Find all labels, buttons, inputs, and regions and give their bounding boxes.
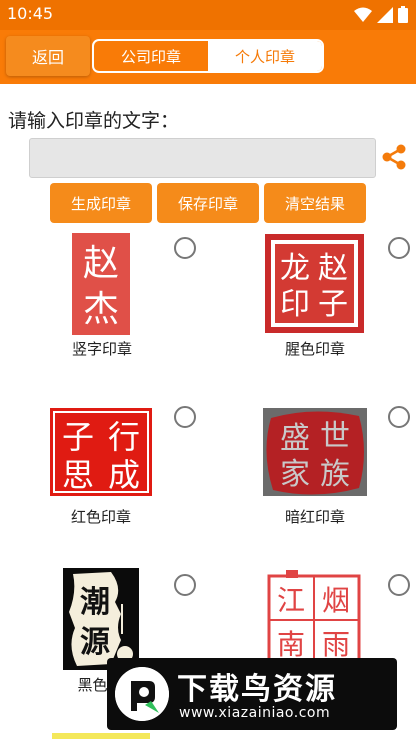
- seal-char: 杰: [83, 289, 119, 330]
- seal-char: 源: [80, 625, 110, 660]
- seal-radio-bordered[interactable]: [388, 237, 410, 259]
- status-icons: [354, 6, 408, 23]
- battery-icon: [398, 6, 408, 23]
- seal-char: 族: [320, 457, 350, 492]
- seal-char: 南: [277, 628, 305, 661]
- back-button[interactable]: 返回: [6, 36, 90, 76]
- seal-type-tabs: 公司印章 个人印章: [92, 39, 324, 73]
- signal-icon: [377, 6, 393, 23]
- save-seal-button[interactable]: 保存印章: [157, 183, 259, 223]
- seal-char: 烟: [322, 584, 350, 617]
- seal-char: 成: [108, 456, 140, 494]
- watermark-logo-icon: [115, 667, 169, 721]
- seal-char: 家: [280, 457, 310, 492]
- seal-char: 世: [320, 419, 350, 454]
- input-prompt: 请输入印章的文字：: [8, 110, 180, 132]
- watermark-title: 下载鸟资源: [177, 672, 337, 707]
- seal-caption: 竖字印章: [71, 340, 132, 358]
- seal-vertical-image[interactable]: 赵 杰: [72, 233, 130, 335]
- seal-char: 雨: [322, 628, 350, 661]
- seal-char: 盛: [280, 421, 310, 456]
- seal-char: 潮: [80, 585, 110, 620]
- next-seal-preview: [52, 733, 150, 739]
- seal-char: 龙: [280, 251, 310, 286]
- seal-radio-light[interactable]: [388, 574, 410, 596]
- seal-caption: 腥色印章: [284, 340, 345, 358]
- seal-char: 江: [277, 584, 305, 617]
- tab-company-seal[interactable]: 公司印章: [94, 41, 208, 71]
- seal-char: 印: [280, 287, 310, 322]
- seal-red-image[interactable]: 行 子 成 思: [50, 408, 152, 496]
- generate-seal-button[interactable]: 生成印章: [50, 183, 152, 223]
- status-bar: 10:45: [0, 0, 416, 30]
- watermark-url: www.xiazainiao.com: [179, 705, 331, 721]
- seal-radio-darkred[interactable]: [388, 406, 410, 428]
- toolbar: 返回 公司印章 个人印章: [0, 30, 416, 84]
- share-icon[interactable]: [380, 143, 408, 171]
- seal-darkred-image[interactable]: 盛 世 家 族: [263, 408, 367, 496]
- seal-radio-vertical[interactable]: [174, 237, 196, 259]
- seal-caption: 暗红印章: [284, 508, 345, 526]
- status-time: 10:45: [7, 4, 54, 23]
- tab-personal-seal[interactable]: 个人印章: [208, 41, 322, 71]
- seal-caption: 红色印章: [70, 508, 131, 526]
- wifi-icon: [354, 7, 372, 22]
- seal-char: 行: [108, 418, 140, 456]
- seal-char: 子: [62, 418, 94, 456]
- seal-black-image[interactable]: 潮 源: [63, 568, 139, 670]
- seal-char: 思: [62, 456, 94, 494]
- seal-char: 子: [318, 287, 348, 322]
- seal-text-input[interactable]: [29, 138, 376, 178]
- seal-char: 赵: [83, 243, 119, 284]
- watermark-banner: 下载鸟资源 www.xiazainiao.com: [107, 658, 397, 730]
- seal-char: 赵: [318, 251, 348, 286]
- seal-bordered-image[interactable]: 龙 赵 印 子: [265, 234, 364, 333]
- seal-light-image[interactable]: 烟 雨 江 南: [266, 570, 362, 670]
- seal-radio-red[interactable]: [174, 406, 196, 428]
- seal-radio-black[interactable]: [174, 574, 196, 596]
- clear-result-button[interactable]: 清空结果: [264, 183, 366, 223]
